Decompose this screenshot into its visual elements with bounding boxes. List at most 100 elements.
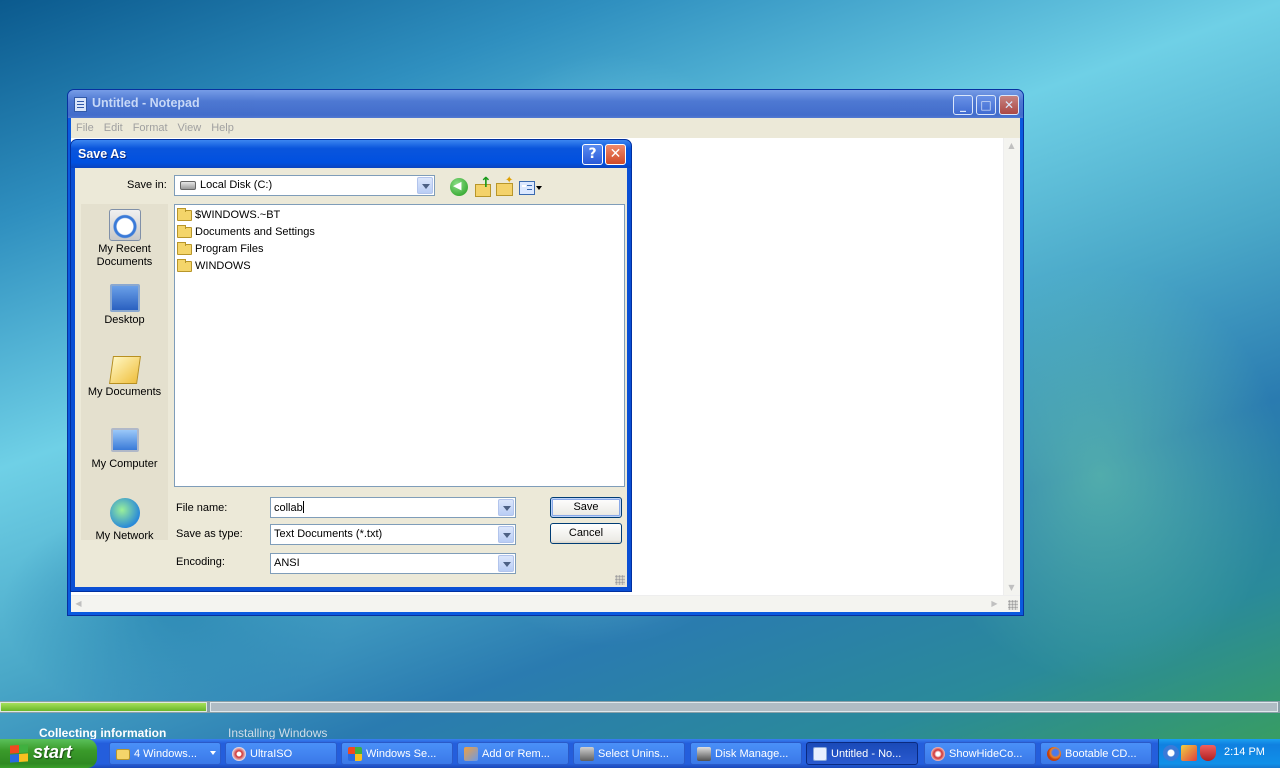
places-bar: My Recent Documents Desktop My Documents… <box>81 204 168 543</box>
taskbar-button-disk-management[interactable]: Disk Manage... <box>690 742 802 765</box>
taskbar-button-bootable-cd[interactable]: Bootable CD... <box>1040 742 1152 765</box>
list-item[interactable]: Program Files <box>177 241 263 257</box>
file-name: Program Files <box>195 243 264 255</box>
clock[interactable]: 2:14 PM <box>1224 746 1265 758</box>
menu-file[interactable]: File <box>76 122 94 134</box>
minimize-button[interactable]: _ <box>953 95 973 115</box>
taskbar-button-ultraiso[interactable]: UltraISO <box>225 742 337 765</box>
shield-icon[interactable] <box>1200 745 1216 761</box>
save-as-type-dropdown[interactable]: Text Documents (*.txt) <box>270 524 516 545</box>
resize-grip[interactable] <box>1008 600 1018 610</box>
place-desktop[interactable]: Desktop <box>81 284 168 327</box>
place-my-computer[interactable]: My Computer <box>81 428 168 471</box>
file-name: Documents and Settings <box>195 226 315 238</box>
ultraiso-icon <box>232 747 246 761</box>
dialog-resize-grip[interactable] <box>615 575 625 585</box>
dialog-titlebar[interactable]: Save As ? ✕ <box>71 140 631 168</box>
setup-progress-fill <box>0 702 207 712</box>
task-label: Disk Manage... <box>715 748 789 760</box>
menu-view[interactable]: View <box>178 122 202 134</box>
folder-icon <box>177 207 192 221</box>
dialog-close-button[interactable]: ✕ <box>605 144 626 165</box>
file-name-field[interactable]: collab <box>270 497 516 518</box>
menu-edit[interactable]: Edit <box>104 122 123 134</box>
list-item[interactable]: WINDOWS <box>177 258 251 274</box>
place-my-recent-documents[interactable]: My Recent Documents <box>81 209 168 269</box>
chevron-down-icon[interactable] <box>417 177 433 194</box>
save-as-type-label: Save as type: <box>176 528 243 540</box>
maximize-button[interactable]: □ <box>976 95 996 115</box>
scroll-left-icon[interactable]: ◀ <box>71 596 86 611</box>
back-icon[interactable] <box>450 178 468 196</box>
dialog-title: Save As <box>78 147 127 161</box>
task-label: Select Unins... <box>598 748 669 760</box>
desktop-icon <box>109 284 140 312</box>
taskbar-button-select-uninstall[interactable]: Select Unins... <box>573 742 685 765</box>
notepad-icon <box>813 747 827 761</box>
cancel-button[interactable]: Cancel <box>550 523 622 544</box>
setup-step-collecting: Collecting information <box>39 726 167 740</box>
save-button[interactable]: Save <box>550 497 622 518</box>
task-label: Windows Se... <box>366 748 437 760</box>
file-name-text: collab <box>274 502 303 514</box>
scroll-up-icon[interactable]: ▲ <box>1004 138 1019 153</box>
chevron-down-icon <box>210 751 216 755</box>
menu-help[interactable]: Help <box>211 122 234 134</box>
encoding-dropdown[interactable]: ANSI <box>270 553 516 574</box>
place-my-network[interactable]: My Network <box>81 498 168 543</box>
chevron-down-icon[interactable] <box>498 499 514 516</box>
menu-format[interactable]: Format <box>133 122 168 134</box>
security-alert-icon[interactable] <box>1181 745 1197 761</box>
folder-icon <box>116 749 130 760</box>
firefox-icon <box>1047 747 1061 761</box>
task-label: ShowHideCo... <box>949 748 1023 760</box>
place-label: My Recent Documents <box>96 243 153 268</box>
place-my-documents[interactable]: My Documents <box>81 356 168 399</box>
save-in-dropdown[interactable]: Local Disk (C:) <box>174 175 435 196</box>
recent-documents-icon <box>108 209 141 241</box>
taskbar-button-windows-setup[interactable]: Windows Se... <box>341 742 453 765</box>
up-one-level-icon[interactable] <box>473 175 492 197</box>
views-menu-icon[interactable] <box>519 178 543 196</box>
save-in-label: Save in: <box>127 179 167 191</box>
taskbar-button-windows-explorer[interactable]: 4 Windows... <box>109 742 221 765</box>
task-label: 4 Windows... <box>134 748 197 760</box>
taskbar-button-notepad[interactable]: Untitled - No... <box>806 742 918 765</box>
task-label: Untitled - No... <box>831 748 902 760</box>
my-documents-icon <box>108 356 141 384</box>
taskbar-button-add-remove[interactable]: Add or Rem... <box>457 742 569 765</box>
horizontal-scrollbar[interactable]: ◀ ▶ <box>71 595 1020 612</box>
windows-setup-icon <box>348 747 362 761</box>
notepad-title: Untitled - Notepad <box>92 96 200 110</box>
scroll-right-icon[interactable]: ▶ <box>987 596 1002 611</box>
close-button[interactable]: ✕ <box>999 95 1019 115</box>
help-button[interactable]: ? <box>582 144 603 165</box>
folder-icon <box>177 224 192 238</box>
text-caret <box>302 501 304 513</box>
windows-logo-icon <box>10 744 28 763</box>
chevron-down-icon[interactable] <box>498 555 514 572</box>
save-in-value: Local Disk (C:) <box>200 179 273 191</box>
scroll-down-icon[interactable]: ▼ <box>1004 580 1019 595</box>
taskbar-button-showhide[interactable]: ShowHideCo... <box>924 742 1036 765</box>
save-as-dialog: Save As ? ✕ Save in: Local Disk (C:) My … <box>70 139 632 592</box>
disk-management-icon <box>697 747 711 761</box>
file-list[interactable]: $WINDOWS.~BT Documents and Settings Prog… <box>174 204 625 487</box>
setup-progress-remaining <box>210 702 1278 712</box>
start-button[interactable]: start <box>0 739 97 768</box>
list-item[interactable]: $WINDOWS.~BT <box>177 207 280 223</box>
encoding-value: ANSI <box>274 557 300 569</box>
list-item[interactable]: Documents and Settings <box>177 224 315 240</box>
show-hidden-icons-icon[interactable] <box>1163 745 1179 761</box>
task-label: Bootable CD... <box>1065 748 1137 760</box>
file-name-value: collab <box>274 501 304 514</box>
notepad-titlebar[interactable]: Untitled - Notepad _ □ ✕ <box>68 90 1023 118</box>
file-name: WINDOWS <box>195 260 251 272</box>
chevron-down-icon[interactable] <box>498 526 514 543</box>
save-as-type-value: Text Documents (*.txt) <box>274 528 383 540</box>
my-computer-icon <box>110 428 139 452</box>
place-label: My Computer <box>91 458 158 470</box>
vertical-scrollbar[interactable]: ▲ ▼ <box>1003 138 1020 595</box>
new-folder-icon[interactable] <box>495 175 513 196</box>
notepad-menubar: File Edit Format View Help <box>71 118 1020 138</box>
